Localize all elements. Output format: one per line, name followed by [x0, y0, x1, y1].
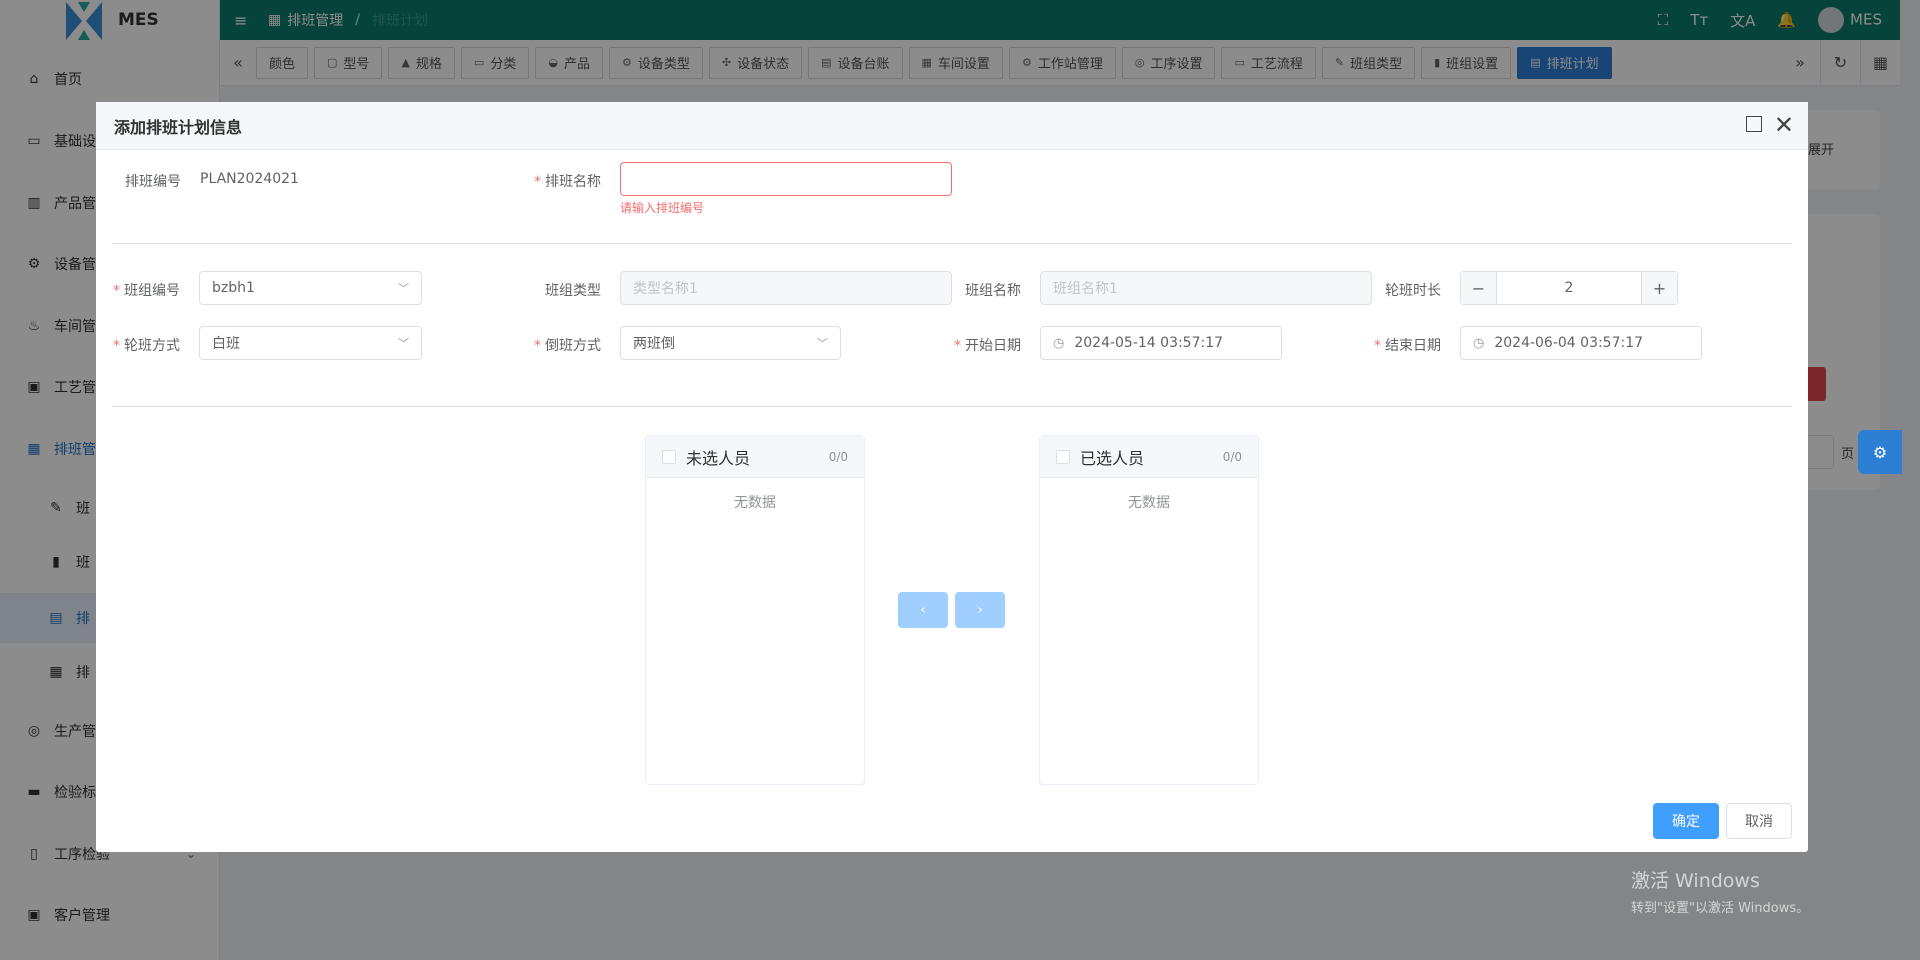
team-type-label: 班组类型	[545, 283, 601, 299]
selected-staff-panel: 已选人员 0/0 无数据	[1039, 435, 1259, 785]
increment-button[interactable]: +	[1641, 272, 1677, 304]
unselected-staff-header: 未选人员 0/0	[646, 436, 864, 478]
plan-name-label-text: 排班名称	[545, 174, 601, 190]
shift-duration-stepper: − 2 +	[1460, 271, 1678, 305]
team-name-label: 班组名称	[965, 283, 1021, 299]
select-all-checkbox[interactable]	[662, 449, 676, 464]
switch-label: * 倒班方式	[534, 338, 601, 354]
rotation-label: * 轮班方式	[113, 338, 180, 354]
confirm-button[interactable]: 确定	[1653, 803, 1719, 839]
team-code-value: bzbh1	[212, 280, 255, 296]
end-date-label: * 结束日期	[1374, 338, 1441, 354]
selected-staff-title: 已选人员	[1080, 448, 1145, 468]
select-all-checkbox[interactable]	[1056, 449, 1070, 464]
shift-duration-value[interactable]: 2	[1497, 272, 1641, 304]
chevron-down-icon: ﹀	[398, 337, 409, 350]
rotation-select[interactable]: 白班 ﹀	[199, 326, 422, 360]
selected-staff-header: 已选人员 0/0	[1040, 436, 1258, 478]
switch-select[interactable]: 两班倒 ﹀	[620, 326, 841, 360]
plan-code-value: PLAN2024021	[200, 171, 299, 187]
plan-name-label: * 排班名称	[534, 174, 601, 190]
settings-float-button[interactable]: ⚙	[1858, 430, 1902, 474]
end-date-label-text: 结束日期	[1385, 338, 1441, 354]
divider	[112, 406, 1792, 407]
divider	[112, 243, 1792, 244]
dialog-title: 添加排班计划信息	[114, 117, 243, 137]
watermark-line1: 激活 Windows	[1631, 870, 1760, 892]
rotation-value: 白班	[212, 336, 240, 352]
chevron-left-icon: ‹	[920, 602, 926, 618]
unselected-staff-title: 未选人员	[686, 448, 751, 468]
team-code-select[interactable]: bzbh1 ﹀	[199, 271, 422, 305]
chevron-down-icon: ﹀	[817, 337, 828, 350]
move-left-button[interactable]: ‹	[898, 592, 948, 628]
team-type-input: 类型名称1	[620, 271, 952, 305]
switch-value: 两班倒	[633, 336, 675, 352]
selected-staff-count: 0/0	[1222, 449, 1242, 464]
gear-icon: ⚙	[1872, 442, 1888, 462]
rotation-label-text: 轮班方式	[124, 338, 180, 354]
end-date-picker[interactable]: ◷ 2024-06-04 03:57:17	[1460, 326, 1702, 360]
plan-code-label: 排班编号	[125, 174, 181, 190]
start-date-value: 2024-05-14 03:57:17	[1074, 335, 1224, 351]
team-code-label-text: 班组编号	[124, 283, 180, 299]
maximize-icon[interactable]	[1746, 116, 1762, 132]
empty-text: 无数据	[734, 495, 776, 511]
chevron-down-icon: ﹀	[398, 282, 409, 295]
team-code-label: * 班组编号	[113, 283, 180, 299]
clock-icon: ◷	[1053, 335, 1065, 351]
clock-icon: ◷	[1473, 335, 1485, 351]
end-date-value: 2024-06-04 03:57:17	[1494, 335, 1644, 351]
windows-watermark: 激活 Windows 转到"设置"以激活 Windows。	[1631, 866, 1809, 916]
start-date-label-text: 开始日期	[965, 338, 1021, 354]
chevron-right-icon: ›	[977, 602, 983, 618]
unselected-staff-panel: 未选人员 0/0 无数据	[645, 435, 865, 785]
empty-text: 无数据	[1128, 495, 1170, 511]
close-icon[interactable]: ✕	[1774, 110, 1794, 140]
cancel-button[interactable]: 取消	[1726, 803, 1792, 839]
watermark-line2: 转到"设置"以激活 Windows。	[1631, 901, 1810, 916]
add-schedule-dialog: 添加排班计划信息 ✕ 排班编号 PLAN2024021 * 排班名称 请输入排班编…	[96, 102, 1808, 852]
dialog-header: 添加排班计划信息 ✕	[96, 102, 1808, 150]
plan-name-input[interactable]	[620, 162, 952, 196]
decrement-button[interactable]: −	[1461, 272, 1497, 304]
start-date-label: * 开始日期	[954, 338, 1021, 354]
team-name-placeholder: 班组名称1	[1053, 281, 1118, 297]
plan-name-error: 请输入排班编号	[620, 201, 705, 215]
unselected-staff-count: 0/0	[828, 449, 848, 464]
shift-duration-label: 轮班时长	[1385, 283, 1441, 299]
team-type-placeholder: 类型名称1	[633, 281, 698, 297]
team-name-input: 班组名称1	[1040, 271, 1372, 305]
start-date-picker[interactable]: ◷ 2024-05-14 03:57:17	[1040, 326, 1282, 360]
move-right-button[interactable]: ›	[955, 592, 1005, 628]
switch-label-text: 倒班方式	[545, 338, 601, 354]
